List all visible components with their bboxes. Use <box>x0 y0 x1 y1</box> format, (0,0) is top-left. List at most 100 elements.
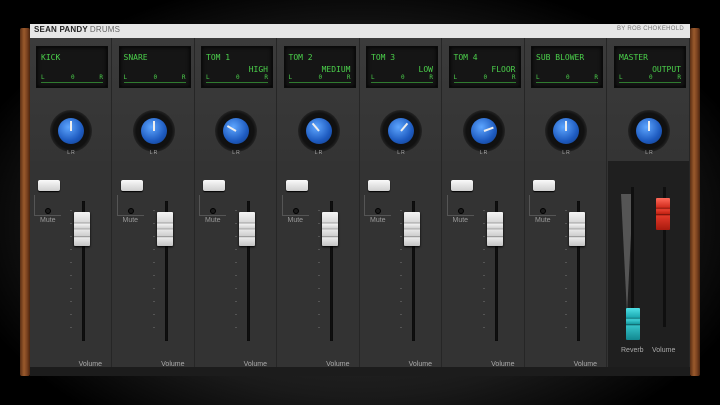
pan-knob-icon <box>388 118 414 144</box>
pan-center-label: 0 <box>153 74 158 81</box>
knob-label: L R <box>149 150 158 156</box>
pan-left-label: L <box>288 74 293 81</box>
knob-label: L R <box>397 150 405 156</box>
volume-label: Volume <box>78 361 102 368</box>
volume-label: Volume <box>243 361 267 368</box>
master-volume-fader[interactable] <box>656 198 670 230</box>
credit-text: BY ROB CHOKEHOLD <box>616 26 684 32</box>
mute-led <box>293 209 298 213</box>
pan-knob[interactable]: L R <box>215 110 257 156</box>
solo-button[interactable] <box>38 180 60 191</box>
pan-knob-master[interactable]: L R <box>628 110 670 156</box>
master-volume-label: Volume <box>652 347 676 354</box>
fader-scale <box>70 210 72 340</box>
lcd-line2: HIGH <box>248 65 268 74</box>
mute-label[interactable]: Mute <box>453 217 469 224</box>
volume-fader[interactable] <box>404 212 420 246</box>
pan-knob-icon <box>553 118 579 144</box>
reverb-fader[interactable] <box>626 308 640 340</box>
wood-side-left <box>20 28 30 376</box>
volume-label: Volume <box>161 361 185 368</box>
channel-strip: TOM 3 LOW L 0 R L R Mute Volume <box>360 38 442 368</box>
lcd-line1: TOM 2 <box>288 53 313 62</box>
pan-scale: L 0 R <box>288 74 351 83</box>
lcd-line1: TOM 3 <box>371 53 396 62</box>
lcd-line1: KICK <box>41 53 61 62</box>
solo-button[interactable] <box>368 180 390 191</box>
mute-label[interactable]: Mute <box>535 217 551 224</box>
mute-label[interactable]: Mute <box>370 217 386 224</box>
mute-led <box>46 209 50 213</box>
lcd-display-master: MASTER OUTPUT L 0 R <box>614 46 686 88</box>
pan-knob-icon <box>636 118 662 144</box>
pan-right-label: R <box>677 74 681 81</box>
pan-center-label: 0 <box>71 74 75 81</box>
mute-label[interactable]: Mute <box>40 217 56 224</box>
fader-scale <box>400 210 402 340</box>
fader-scale <box>317 210 320 340</box>
channel-strip: KICK L 0 R L R Mute Volume <box>30 38 112 368</box>
knob-label: L R <box>67 150 75 156</box>
brand-title: SEAN PANDY DRUMS <box>34 25 121 34</box>
pan-knob[interactable]: L R <box>297 110 340 156</box>
fader-scale <box>235 210 237 340</box>
pan-left-label: L <box>619 74 623 81</box>
lcd-display: KICK L 0 R <box>36 46 108 88</box>
mute-label[interactable]: Mute <box>205 217 221 224</box>
channel-strip: SNARE L 0 R L R Mute Volume <box>113 38 195 368</box>
solo-button[interactable] <box>533 180 555 191</box>
volume-fader[interactable] <box>74 212 90 246</box>
pan-knob[interactable]: L R <box>50 110 92 156</box>
mute-led <box>541 209 545 213</box>
volume-label: Volume <box>491 361 515 368</box>
mute-label[interactable]: Mute <box>288 217 304 224</box>
solo-button[interactable] <box>285 180 308 191</box>
channel-strip: TOM 2 MEDIUM L 0 R L R Mute Volume <box>278 38 360 368</box>
pan-right-label: R <box>511 74 516 81</box>
pan-right-label: R <box>181 74 186 81</box>
knob-label: L R <box>314 150 323 156</box>
lcd-display: TOM 1 HIGH L 0 R <box>201 46 273 88</box>
knob-label: L R <box>562 150 570 156</box>
solo-button[interactable] <box>203 180 225 191</box>
mute-led <box>128 209 133 213</box>
channel-strip: TOM 1 HIGH L 0 R L R Mute Volume <box>195 38 277 368</box>
volume-fader[interactable] <box>486 212 503 246</box>
lcd-display: TOM 3 LOW L 0 R <box>366 46 438 88</box>
pan-left-label: L <box>41 74 45 81</box>
lcd-line1: SUB BLOWER <box>536 53 585 62</box>
pan-center-label: 0 <box>483 74 488 81</box>
lcd-display: SNARE L 0 R <box>118 46 191 88</box>
pan-knob[interactable]: L R <box>380 110 422 156</box>
volume-fader[interactable] <box>239 212 255 246</box>
mute-led <box>211 209 215 213</box>
lcd-display: TOM 4 FLOOR L 0 R <box>448 46 521 88</box>
pan-knob[interactable]: L R <box>545 110 587 156</box>
pan-knob[interactable]: L R <box>132 110 175 156</box>
volume-fader[interactable] <box>156 212 173 246</box>
lcd-line1: MASTER <box>619 53 648 62</box>
mute-led <box>376 209 380 213</box>
pan-scale: L 0 R <box>453 74 516 83</box>
pan-left-label: L <box>123 74 128 81</box>
pan-scale: L 0 R <box>371 74 433 83</box>
mute-led <box>458 209 463 213</box>
pan-scale: L 0 R <box>41 74 103 83</box>
channel-strip: SUB BLOWER L 0 R L R Mute Volume <box>525 38 607 368</box>
solo-button[interactable] <box>120 180 143 191</box>
volume-fader[interactable] <box>569 212 585 246</box>
lcd-display: TOM 2 MEDIUM L 0 R <box>283 46 356 88</box>
volume-fader[interactable] <box>321 212 338 246</box>
volume-label: Volume <box>326 361 350 368</box>
wood-side-right <box>690 28 700 376</box>
pan-left-label: L <box>536 74 540 81</box>
pan-right-label: R <box>99 74 103 81</box>
lcd-line2: LOW <box>418 65 433 74</box>
pan-right-label: R <box>594 74 598 81</box>
pan-knob[interactable]: L R <box>462 110 505 156</box>
fader-scale <box>152 210 155 340</box>
solo-button[interactable] <box>450 180 473 191</box>
mute-label[interactable]: Mute <box>123 217 139 224</box>
lcd-line2: FLOOR <box>491 65 516 74</box>
footer-strip <box>30 367 690 376</box>
